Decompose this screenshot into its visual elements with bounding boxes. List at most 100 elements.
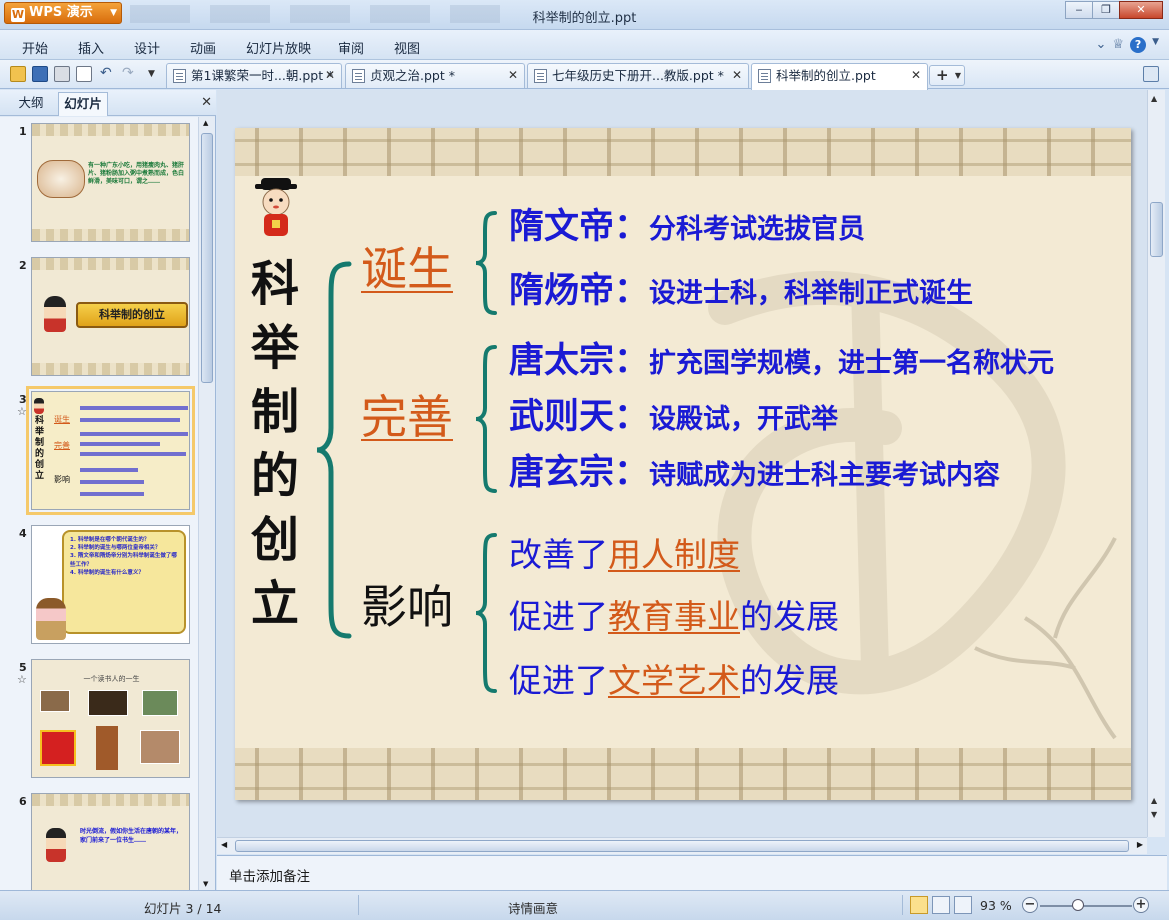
- prev-slide-icon[interactable]: ▲: [1151, 796, 1157, 805]
- slides-panel: 大纲 幻灯片 ✕ 1 有一种广东小吃，用猪瘦肉丸、猪肝片、猪粉肠加入粥中煮熟而成…: [0, 90, 216, 890]
- menu-review[interactable]: 审阅: [338, 38, 364, 57]
- customize-toolbar-icon[interactable]: ▼: [148, 66, 164, 82]
- zoom-slider[interactable]: [1040, 905, 1132, 907]
- ribbon-collapse-icon[interactable]: ⌄: [1096, 37, 1107, 53]
- normal-view-icon[interactable]: [910, 896, 928, 914]
- editor-horizontal-scrollbar[interactable]: ◀ ▶: [217, 837, 1147, 854]
- scroll-down-icon[interactable]: ▼: [203, 880, 208, 888]
- scroll-up-icon[interactable]: ▲: [1151, 94, 1157, 103]
- slide-thumbnail-2[interactable]: 科举制的创立: [31, 257, 190, 376]
- toolbar: ↶ ↷ ▼ 第1课繁荣一时...朝.ppt * ✕ 贞观之治.ppt * ✕ 七…: [0, 60, 1169, 90]
- scrollbar-thumb[interactable]: [1150, 202, 1163, 257]
- maximize-button[interactable]: ❐: [1092, 1, 1120, 19]
- close-tab-icon[interactable]: ✕: [732, 64, 742, 87]
- slide-thumbnail-6[interactable]: 时光倒流，假如你生活在唐朝的某年，家门前来了一位书生……: [31, 793, 190, 890]
- tab-doc-3[interactable]: 七年级历史下册开...教版.ppt * ✕: [527, 63, 749, 88]
- menu-animation[interactable]: 动画: [190, 38, 216, 57]
- line-tang-xuanzong: 唐玄宗：诗赋成为进士科主要考试内容: [509, 456, 1000, 491]
- influence-line-1: 改善了用人制度: [509, 538, 740, 571]
- title-char: 制: [250, 384, 299, 440]
- tab-slides[interactable]: 幻灯片: [58, 92, 108, 116]
- thumb-text: 时光倒流，假如你生活在唐朝的某年，家门前来了一位书生……: [80, 828, 183, 844]
- title-char: 立: [250, 576, 299, 632]
- close-button[interactable]: ✕: [1119, 1, 1163, 19]
- tab-outline[interactable]: 大纲: [6, 92, 56, 116]
- scroll-right-icon[interactable]: ▶: [1137, 840, 1143, 849]
- slide-thumbnail-3-selected[interactable]: 科举制的创立 诞生 完善 影响: [26, 386, 195, 515]
- window-title: 科举制的创立.ppt: [532, 11, 637, 26]
- menu-design[interactable]: 设计: [134, 38, 160, 57]
- emperor-name: 武则天：: [509, 397, 650, 437]
- category-influence: 影响: [361, 580, 453, 634]
- menu-start[interactable]: 开始: [22, 38, 48, 57]
- zoom-in-button[interactable]: +: [1133, 897, 1149, 913]
- main-brace: [316, 261, 352, 639]
- influence-line-2: 促进了教育事业的发展: [509, 600, 839, 633]
- close-tab-icon[interactable]: ✕: [911, 64, 921, 87]
- current-slide[interactable]: 科 举 制 的 创 立 诞生 完善 影响 隋文帝：分科考试选拔官员 隋炀帝：设进…: [235, 128, 1131, 800]
- thumb-number: 6: [19, 795, 27, 808]
- editor-vertical-scrollbar[interactable]: ▲ ▲ ▼: [1147, 90, 1165, 837]
- scrollbar-thumb[interactable]: [235, 840, 1129, 852]
- reform-text: 诗赋成为进士科主要考试内容: [649, 460, 1001, 491]
- title-char: 科: [250, 256, 299, 312]
- thumb-number: 2: [19, 259, 27, 272]
- notes-placeholder[interactable]: 单击添加备注: [229, 865, 310, 885]
- new-tab-button[interactable]: + ▼: [929, 65, 965, 86]
- next-slide-icon[interactable]: ▼: [1151, 810, 1157, 819]
- emperor-name: 隋文帝：: [509, 207, 650, 247]
- scroll-left-icon[interactable]: ◀: [221, 840, 227, 849]
- title-char: 创: [250, 512, 299, 568]
- menu-slideshow[interactable]: 幻灯片放映: [246, 38, 311, 57]
- zoom-slider-knob[interactable]: [1072, 899, 1084, 911]
- slide-thumbnail-5[interactable]: 一个读书人的一生: [31, 659, 190, 778]
- influence-prefix: 促进了: [509, 597, 608, 636]
- influence-suffix: 的发展: [740, 661, 839, 700]
- slideshow-icon[interactable]: [954, 896, 972, 914]
- menu-insert[interactable]: 插入: [78, 38, 104, 57]
- emperor-name: 隋炀帝：: [509, 271, 650, 311]
- tab-doc-1[interactable]: 第1课繁荣一时...朝.ppt * ✕: [166, 63, 342, 88]
- save-icon[interactable]: [32, 66, 48, 82]
- picture-icon: [88, 690, 128, 716]
- print-icon[interactable]: [54, 66, 70, 82]
- ppt-file-icon: [173, 69, 186, 83]
- reform-text: 扩充国学规模，进士第一名称状元: [649, 348, 1055, 379]
- slide-thumbnail-4[interactable]: 1. 科举制是在哪个朝代诞生的？ 2. 科举制的诞生与哪两位皇帝相关？ 3. 隋…: [31, 525, 190, 644]
- tab-doc-4-active[interactable]: 科举制的创立.ppt ✕: [751, 63, 928, 90]
- tab-doc-2[interactable]: 贞观之治.ppt * ✕: [345, 63, 525, 88]
- close-panel-icon[interactable]: ✕: [201, 95, 212, 110]
- scroll-up-icon[interactable]: ▲: [203, 119, 208, 127]
- skin-icon[interactable]: ♕: [1112, 37, 1124, 53]
- ppt-file-icon: [534, 69, 547, 83]
- scholar-mascot-icon: [255, 178, 297, 236]
- close-tab-icon[interactable]: ✕: [325, 64, 335, 87]
- category-birth: 诞生: [361, 242, 453, 296]
- window-layout-icon[interactable]: [1143, 66, 1159, 82]
- influence-highlight: 教育事业: [608, 597, 740, 636]
- zoom-out-button[interactable]: −: [1022, 897, 1038, 913]
- chevron-down-icon[interactable]: ▼: [1152, 37, 1159, 53]
- redo-icon[interactable]: ↷: [122, 66, 138, 82]
- print-preview-icon[interactable]: [76, 66, 92, 82]
- pig-cartoon-icon: [36, 598, 66, 640]
- panel-scrollbar[interactable]: ▲ ▼: [198, 117, 215, 890]
- top-frieze-pattern: [235, 128, 1131, 176]
- notes-pane[interactable]: 单击添加备注: [217, 855, 1167, 890]
- undo-icon[interactable]: ↶: [100, 66, 116, 82]
- brace-birth: [475, 211, 497, 315]
- line-sui-yangdi: 隋炀帝：设进士科，科举制正式诞生: [509, 274, 973, 309]
- slide-sorter-icon[interactable]: [932, 896, 950, 914]
- ppt-file-icon: [352, 69, 365, 83]
- scrollbar-thumb[interactable]: [201, 133, 213, 383]
- menu-view[interactable]: 视图: [394, 38, 420, 57]
- slide-thumbnail-1[interactable]: 有一种广东小吃，用猪瘦肉丸、猪肝片、猪粉肠加入粥中煮熟而成，色白鲜滑，美味可口，…: [31, 123, 190, 242]
- open-folder-icon[interactable]: [10, 66, 26, 82]
- thumb-title: 科举制的创立: [35, 416, 45, 481]
- thumb-label: 影响: [54, 475, 70, 484]
- minimize-button[interactable]: ‒: [1065, 1, 1093, 19]
- reform-text: 分科考试选拔官员: [649, 214, 866, 245]
- influence-highlight: 文学艺术: [608, 661, 740, 700]
- close-tab-icon[interactable]: ✕: [508, 64, 518, 87]
- help-icon[interactable]: ?: [1130, 37, 1147, 53]
